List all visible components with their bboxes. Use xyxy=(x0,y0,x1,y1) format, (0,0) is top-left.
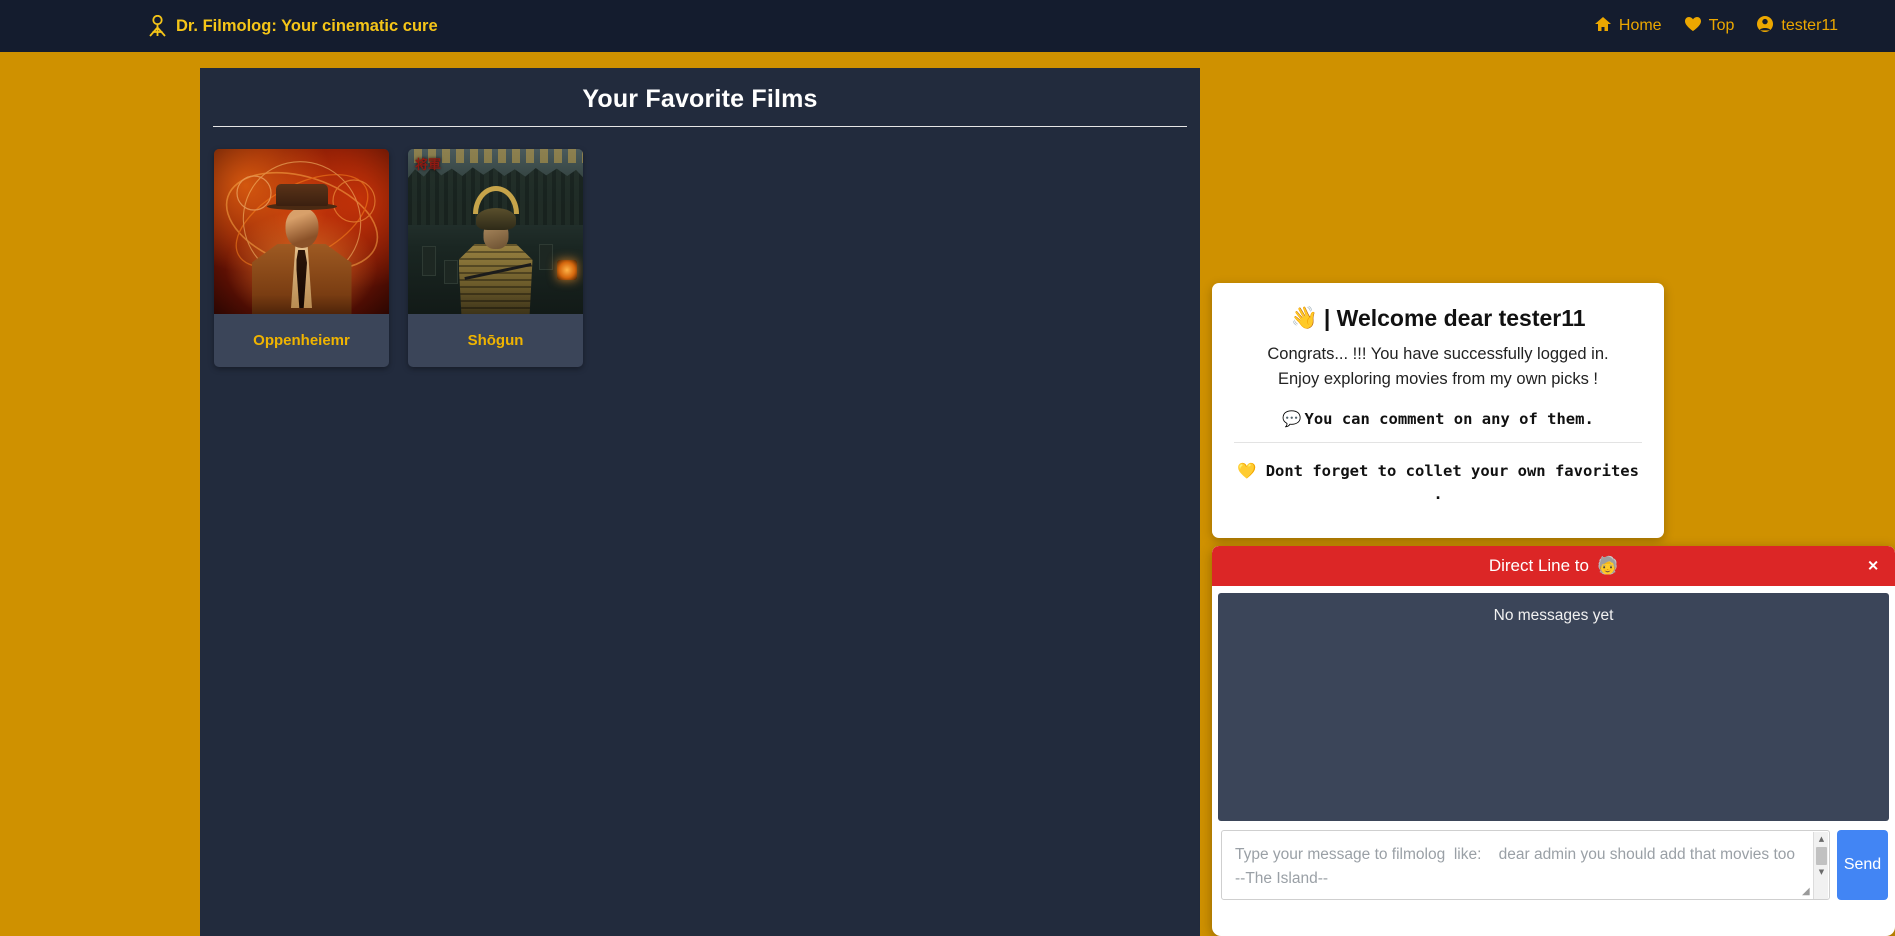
film-poster-shogun: 将軍 xyxy=(408,149,583,314)
films-grid: Oppenheiemr 将軍 Shōgun xyxy=(200,127,1200,367)
nav-item-user[interactable]: tester11 xyxy=(1756,15,1838,38)
yellow-heart-icon: 💛 xyxy=(1237,461,1257,480)
welcome-favorites-line: 💛 Dont forget to collet your own favorit… xyxy=(1228,460,1648,507)
poster-lantern xyxy=(557,260,577,280)
welcome-comment-text: You can comment on any of them. xyxy=(1304,409,1594,428)
welcome-congrats-line: Congrats... !!! You have successfully lo… xyxy=(1267,345,1609,363)
nav-item-home[interactable]: Home xyxy=(1594,16,1662,37)
navbar: Dr. Filmolog: Your cinematic cure Home T… xyxy=(0,0,1895,52)
user-icon xyxy=(1756,15,1774,38)
welcome-enjoy-line: Enjoy exploring movies from my own picks… xyxy=(1277,370,1599,389)
nav-links: Home Top tester11 xyxy=(1594,15,1838,38)
speech-bubble-icon: 💬 xyxy=(1282,409,1302,428)
nav-item-top[interactable]: Top xyxy=(1684,16,1735,37)
nav-item-top-label: Top xyxy=(1708,17,1735,34)
welcome-favorites-text: Dont forget to collet your own favorites… xyxy=(1265,461,1639,504)
welcome-divider xyxy=(1234,441,1642,443)
close-icon[interactable]: ✕ xyxy=(1867,558,1879,575)
doctor-icon xyxy=(148,15,167,37)
old-man-icon: 🧓 xyxy=(1597,556,1619,576)
chat-title-text: Direct Line to xyxy=(1488,556,1589,575)
welcome-heading: 👋 | Welcome dear tester11 xyxy=(1228,305,1648,332)
send-button[interactable]: Send xyxy=(1837,830,1888,900)
resize-handle-icon[interactable]: ◢ xyxy=(1802,887,1813,898)
chat-empty-state: No messages yet xyxy=(1493,607,1614,624)
nav-item-user-label: tester11 xyxy=(1781,17,1838,34)
chat-header: Direct Line to 🧓 ✕ xyxy=(1212,546,1895,586)
poster-banner xyxy=(422,246,436,276)
chat-message-input[interactable] xyxy=(1222,831,1829,899)
welcome-card: 👋 | Welcome dear tester11 Congrats... !!… xyxy=(1212,283,1664,538)
chat-input-wrapper: ▲ ▼ ◢ xyxy=(1221,830,1830,900)
chat-title: Direct Line to 🧓 xyxy=(1489,556,1618,576)
poster-kanji-title: 将軍 xyxy=(415,158,442,173)
chat-widget: Direct Line to 🧓 ✕ No messages yet ▲ ▼ ◢… xyxy=(1212,546,1895,936)
poster-figure xyxy=(250,184,354,314)
welcome-comment-line: 💬 You can comment on any of them. xyxy=(1228,410,1648,428)
heart-icon xyxy=(1684,16,1702,37)
chat-input-row: ▲ ▼ ◢ Send xyxy=(1212,821,1895,910)
chat-message-list: No messages yet xyxy=(1218,593,1889,821)
film-card[interactable]: 将軍 Shōgun xyxy=(408,149,583,367)
film-title: Shōgun xyxy=(467,332,524,349)
page-title: Your Favorite Films xyxy=(582,85,818,113)
poster-figure xyxy=(456,186,536,314)
home-icon xyxy=(1594,16,1612,37)
brand[interactable]: Dr. Filmolog: Your cinematic cure xyxy=(148,15,438,37)
welcome-heading-text: | Welcome dear tester11 xyxy=(1323,305,1586,331)
wave-hand-icon: 👋 xyxy=(1290,306,1318,331)
chat-input-scrollbar[interactable]: ▲ ▼ xyxy=(1813,832,1829,899)
film-card[interactable]: Oppenheiemr xyxy=(214,149,389,367)
scroll-down-icon[interactable]: ▼ xyxy=(1814,865,1829,879)
brand-label: Dr. Filmolog: Your cinematic cure xyxy=(176,16,438,35)
nav-item-home-label: Home xyxy=(1618,17,1662,34)
scrollbar-thumb[interactable] xyxy=(1816,847,1827,865)
film-title: Oppenheiemr xyxy=(253,332,350,349)
poster-banner xyxy=(539,244,553,270)
film-poster-oppenheimer xyxy=(214,149,389,314)
favorites-panel: Your Favorite Films Oppenheiemr 将軍 Shōgu… xyxy=(200,68,1200,936)
scroll-up-icon[interactable]: ▲ xyxy=(1814,832,1829,846)
